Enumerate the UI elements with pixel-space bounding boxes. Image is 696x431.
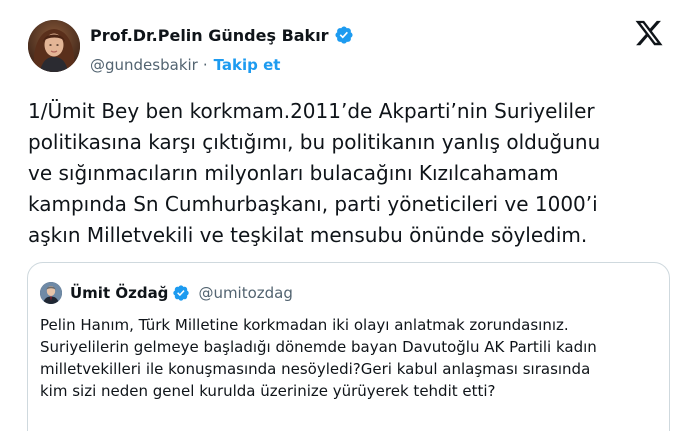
author-handle[interactable]: @gundesbakir <box>90 56 198 74</box>
separator-dot: · <box>202 56 208 74</box>
tweet-body-text: 1/Ümit Bey ben korkmam.2011’de Akparti’n… <box>28 99 601 247</box>
follow-link[interactable]: Takip et <box>214 56 281 74</box>
quoted-tweet-body-text: Pelin Hanım, Türk Milletine korkmadan ik… <box>40 316 597 400</box>
author-name-row: Prof.Dr.Pelin Gündeş Bakır <box>90 23 610 47</box>
verified-badge-icon <box>335 26 353 44</box>
quoted-author-avatar-image <box>40 282 62 304</box>
embedded-tweet-card[interactable]: Prof.Dr.Pelin Gündeş Bakır @gundesbakir … <box>0 0 696 431</box>
author-avatar[interactable] <box>28 20 80 72</box>
author-display-name[interactable]: Prof.Dr.Pelin Gündeş Bakır <box>90 26 329 45</box>
quoted-tweet-header: Ümit Özdağ @umitozdag <box>40 281 293 305</box>
author-avatar-image <box>28 20 80 72</box>
quoted-author-display-name[interactable]: Ümit Özdağ <box>70 284 168 302</box>
author-info: Prof.Dr.Pelin Gündeş Bakır @gundesbakir … <box>90 23 610 77</box>
author-handle-row: @gundesbakir · Takip et <box>90 53 610 77</box>
quoted-tweet-card[interactable]: Ümit Özdağ @umitozdag Pelin Hanım, Türk … <box>27 262 670 431</box>
quoted-verified-badge-icon <box>173 285 190 301</box>
quoted-author-handle[interactable]: @umitozdag <box>198 284 292 302</box>
tweet-header: Prof.Dr.Pelin Gündeş Bakır @gundesbakir … <box>28 18 668 82</box>
quoted-author-avatar[interactable] <box>40 282 62 304</box>
x-logo-icon[interactable] <box>634 18 664 48</box>
